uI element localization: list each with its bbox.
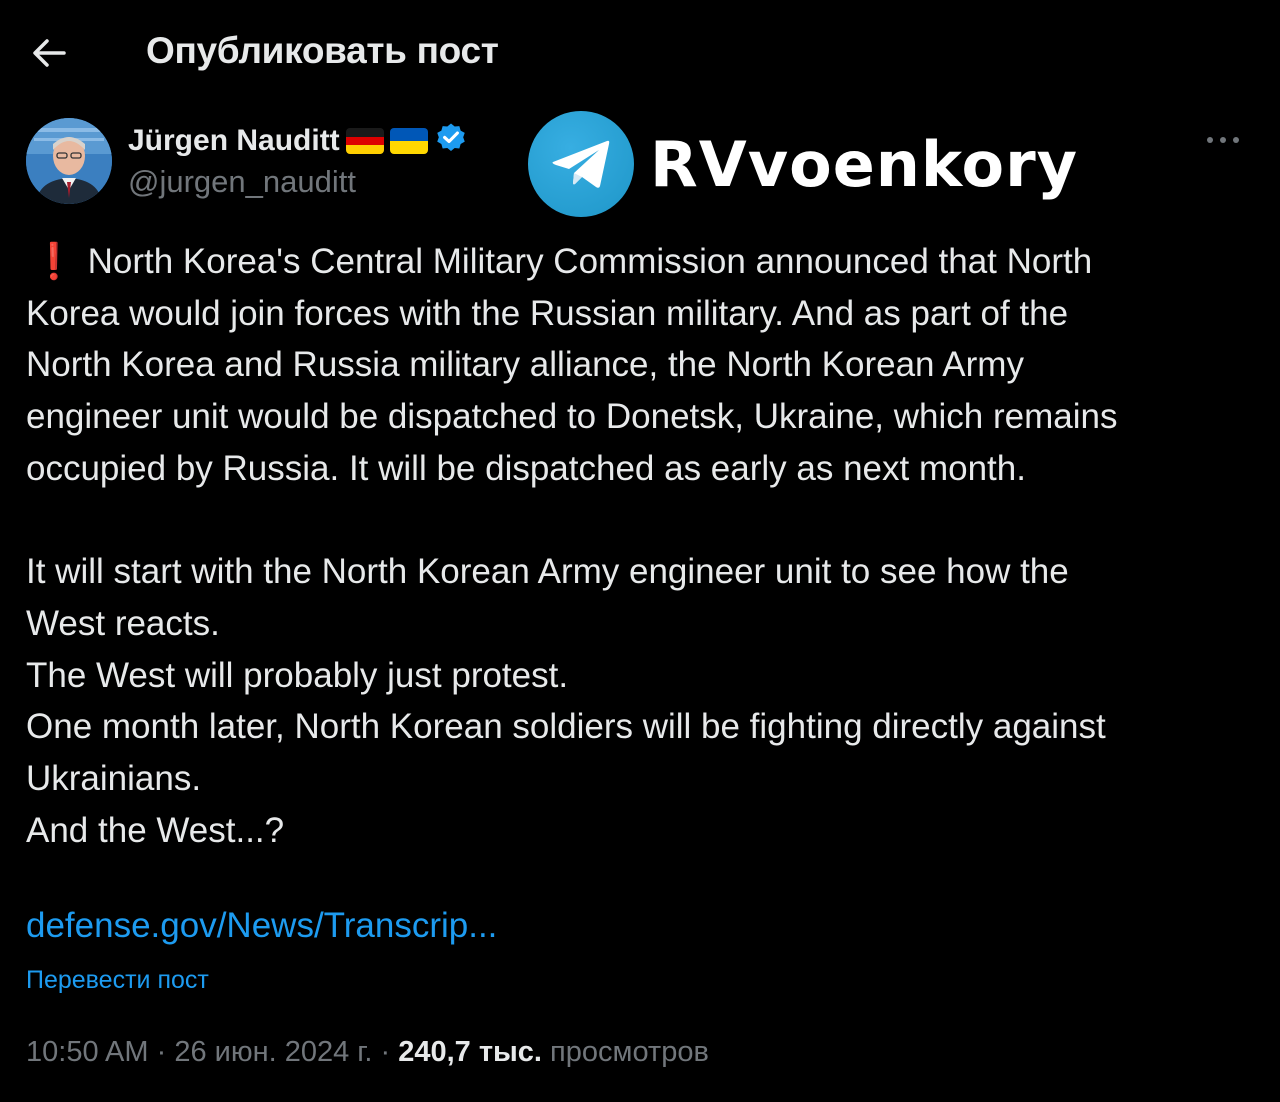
author-name[interactable]: Jürgen Nauditt	[128, 124, 340, 158]
more-dots-icon	[1207, 137, 1239, 143]
post-line: engineer unit would be dispatched to Don…	[26, 397, 1118, 437]
post-meta: 10:50 AM · 26 июн. 2024 г. · 240,7 тыс. …	[26, 1036, 709, 1069]
author-name-row[interactable]: Jürgen Nauditt	[128, 120, 468, 162]
avatar[interactable]	[26, 118, 112, 204]
post-line: It will start with the North Korean Army…	[26, 552, 1069, 592]
post-line: West reacts.	[26, 603, 220, 643]
post-line	[26, 495, 1256, 547]
more-options-button[interactable]	[1200, 120, 1246, 160]
page-header: Опубликовать пост	[0, 0, 1280, 108]
telegram-watermark: RVvoenkory	[528, 110, 1078, 218]
post-time[interactable]: 10:50 AM	[26, 1036, 149, 1068]
arrow-left-icon	[33, 39, 66, 67]
page-title: Опубликовать пост	[146, 30, 499, 71]
post-line: Ukrainians.	[26, 759, 202, 799]
post-line: The West will probably just protest.	[26, 655, 569, 695]
back-button[interactable]	[26, 30, 72, 76]
post-line: ❗ North Korea's Central Military Commissi…	[26, 236, 1256, 288]
verified-badge-icon[interactable]	[434, 120, 468, 162]
avatar-image	[26, 118, 112, 204]
views-label: просмотров	[550, 1036, 709, 1068]
translate-post-link[interactable]: Перевести пост	[26, 966, 209, 995]
germany-flag-icon	[345, 128, 384, 154]
post-line: One month later, North Korean soldiers w…	[26, 707, 1106, 747]
post-line: Korea would join forces with the Russian…	[26, 293, 1069, 333]
post-date[interactable]: 26 июн. 2024 г.	[174, 1036, 372, 1068]
post-line: And the West...?	[26, 810, 285, 850]
meta-separator: ·	[156, 1036, 167, 1068]
exclamation-icon: ❗	[32, 242, 76, 281]
telegram-logo-icon	[528, 111, 634, 217]
views-count: 240,7 тыс.	[398, 1036, 542, 1068]
watermark-text: RVvoenkory	[650, 127, 1079, 201]
post-text: ❗ North Korea's Central Military Commissi…	[26, 236, 1256, 856]
meta-separator: ·	[380, 1036, 391, 1068]
author-handle[interactable]: @jurgen_nauditt	[128, 164, 356, 200]
post-line: North Korea and Russia military alliance…	[26, 345, 1024, 385]
ukraine-flag-icon	[389, 128, 428, 154]
post-link[interactable]: defense.gov/News/Transcrip...	[26, 906, 497, 946]
post-line: occupied by Russia. It will be dispatche…	[26, 448, 1026, 488]
